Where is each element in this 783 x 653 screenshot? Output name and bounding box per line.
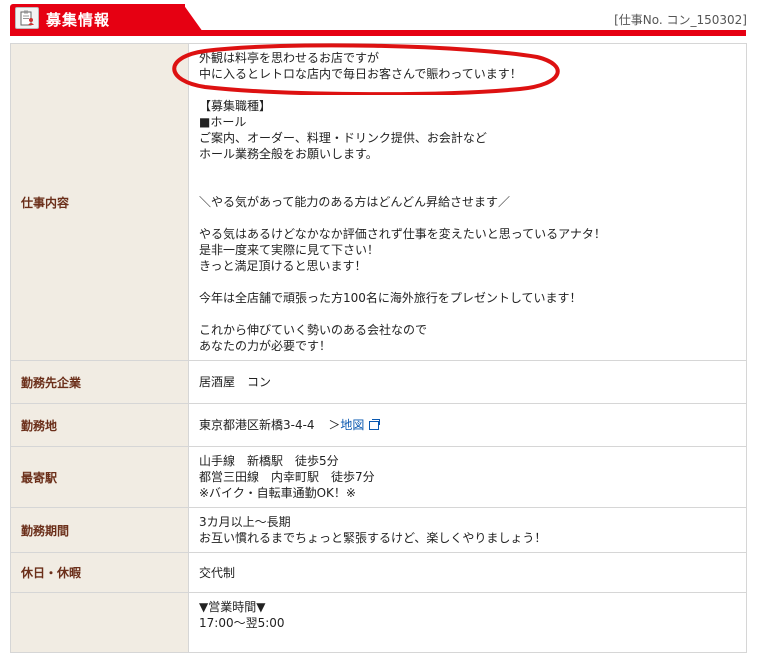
- external-window-icon[interactable]: [369, 419, 381, 430]
- text-line: やる気はあるけどなかなか評価されず仕事を変えたいと思っているアナタ！: [199, 227, 606, 241]
- text-line: [199, 306, 736, 322]
- text-line: 居酒屋 コン: [199, 375, 272, 389]
- row-label-hours: [10, 592, 189, 653]
- text-line: 今年は全店舗で頑張った方100名に海外旅行をプレゼントしています！: [199, 291, 582, 305]
- row-label-location: 勤務地: [10, 403, 189, 447]
- job-number: [仕事No. コン_150302]: [614, 13, 747, 27]
- text-line: 17:00～翌5:00: [199, 616, 285, 630]
- text-line: ※バイク・自転車通勤OK！※: [199, 486, 356, 500]
- row-label-holidays: 休日・休暇: [10, 552, 189, 593]
- table-row: 最寄駅 山手線 新橋駅 徒歩5分 都営三田線 内幸町駅 徒歩7分 ※バイク・自転…: [10, 446, 747, 508]
- text-line: ▼営業時間▼: [199, 600, 266, 614]
- text-line: 都営三田線 内幸町駅 徒歩7分: [199, 470, 375, 484]
- location-value: 東京都港区新橋3-4-4 ＞地図: [188, 403, 747, 447]
- text-line: 山手線 新橋駅 徒歩5分: [199, 454, 339, 468]
- job-description-value: 外観は料亭を思わせるお店ですが 中に入るとレトロな店内で毎日お客さんで賑わってい…: [188, 43, 747, 361]
- row-label-company: 勤務先企業: [10, 360, 189, 404]
- text-line: ご案内、オーダー、料理・ドリンク提供、お会計など: [199, 131, 487, 145]
- text-line: きっと満足頂けると思います！: [199, 259, 367, 273]
- map-link[interactable]: 地図: [340, 418, 364, 432]
- text-line: [199, 82, 736, 98]
- section-header: 募集情報 [仕事No. コン_150302]: [0, 0, 783, 36]
- header-rule: [10, 30, 746, 36]
- table-row: 勤務期間 3カ月以上～長期 お互い慣れるまでちょっと緊張するけど、楽しくやりまし…: [10, 507, 747, 553]
- job-info-table: 仕事内容 外観は料亭を思わせるお店ですが 中に入るとレトロな店内で毎日お客さんで…: [10, 43, 747, 653]
- text-line: 中に入るとレトロな店内で毎日お客さんで賑わっています！: [199, 67, 522, 81]
- text-line: 【募集職種】: [199, 99, 272, 113]
- text-line: [199, 210, 736, 226]
- text-line: あなたの力が必要です！: [199, 339, 332, 353]
- holidays-value: 交代制: [188, 552, 747, 593]
- text-line: これから伸びていく勢いのある会社なので: [199, 323, 428, 337]
- section-title: 募集情報: [46, 11, 111, 29]
- text-line: [199, 178, 736, 194]
- header-tab-slant: [183, 4, 203, 32]
- row-label-nearest-station: 最寄駅: [10, 446, 189, 508]
- map-prefix: ＞: [328, 418, 341, 432]
- work-period-value: 3カ月以上～長期 お互い慣れるまでちょっと緊張するけど、楽しくやりましょう！: [188, 507, 747, 553]
- text-line: お互い慣れるまでちょっと緊張するけど、楽しくやりましょう！: [199, 531, 547, 545]
- nearest-station-value: 山手線 新橋駅 徒歩5分 都営三田線 内幸町駅 徒歩7分 ※バイク・自転車通勤O…: [188, 446, 747, 508]
- text-line: ＼やる気があって能力のある方はどんどん昇給させます／: [199, 195, 511, 209]
- text-line: 是非一度来て実際に見て下さい！: [199, 243, 380, 257]
- clipboard-person-icon: [15, 7, 39, 29]
- text-line: 交代制: [199, 565, 236, 580]
- table-row: 仕事内容 外観は料亭を思わせるお店ですが 中に入るとレトロな店内で毎日お客さんで…: [10, 43, 747, 361]
- text-line: ■ホール: [199, 115, 247, 129]
- company-value: 居酒屋 コン: [188, 360, 747, 404]
- text-line: 外観は料亭を思わせるお店ですが: [199, 51, 380, 65]
- row-label-job-description: 仕事内容: [10, 43, 189, 361]
- hours-value: ▼営業時間▼ 17:00～翌5:00: [188, 592, 747, 653]
- text-line: [199, 162, 736, 178]
- text-line: [199, 274, 736, 290]
- address-text: 東京都港区新橋3-4-4: [199, 418, 315, 432]
- table-row: 休日・休暇 交代制: [10, 552, 747, 593]
- table-row: ▼営業時間▼ 17:00～翌5:00: [10, 592, 747, 653]
- table-row: 勤務先企業 居酒屋 コン: [10, 360, 747, 404]
- row-label-work-period: 勤務期間: [10, 507, 189, 553]
- text-line: 3カ月以上～長期: [199, 515, 291, 529]
- table-row: 勤務地 東京都港区新橋3-4-4 ＞地図: [10, 403, 747, 447]
- text-line: ホール業務全般をお願いします。: [199, 147, 378, 161]
